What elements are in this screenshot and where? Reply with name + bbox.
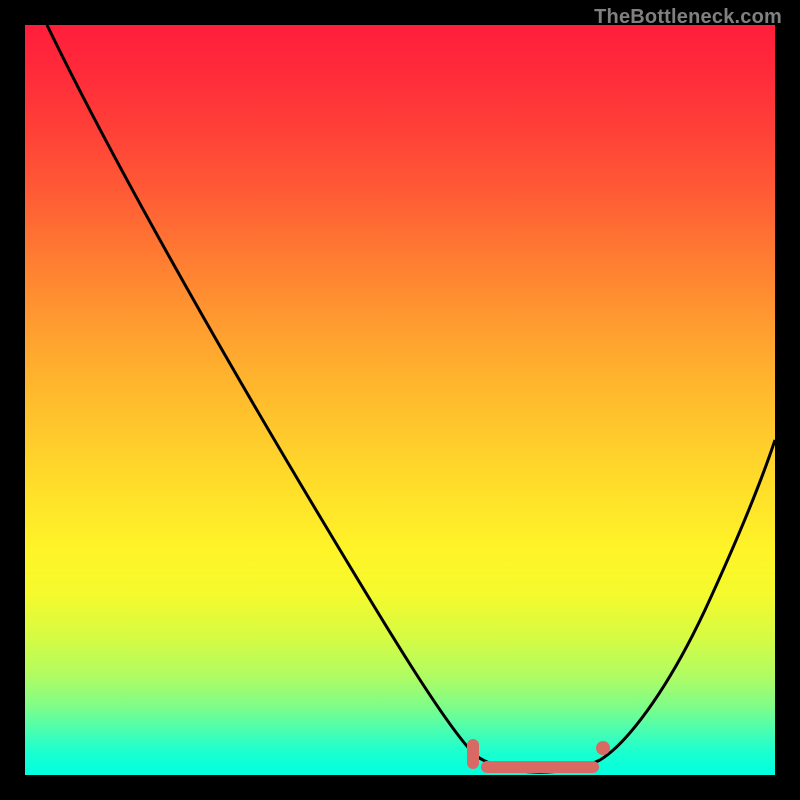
bottleneck-curve <box>25 25 775 775</box>
bottleneck-chart <box>25 25 775 775</box>
optimal-point-marker <box>596 741 610 755</box>
optimal-range-bar <box>481 761 599 773</box>
optimal-range-start-marker <box>467 739 479 769</box>
